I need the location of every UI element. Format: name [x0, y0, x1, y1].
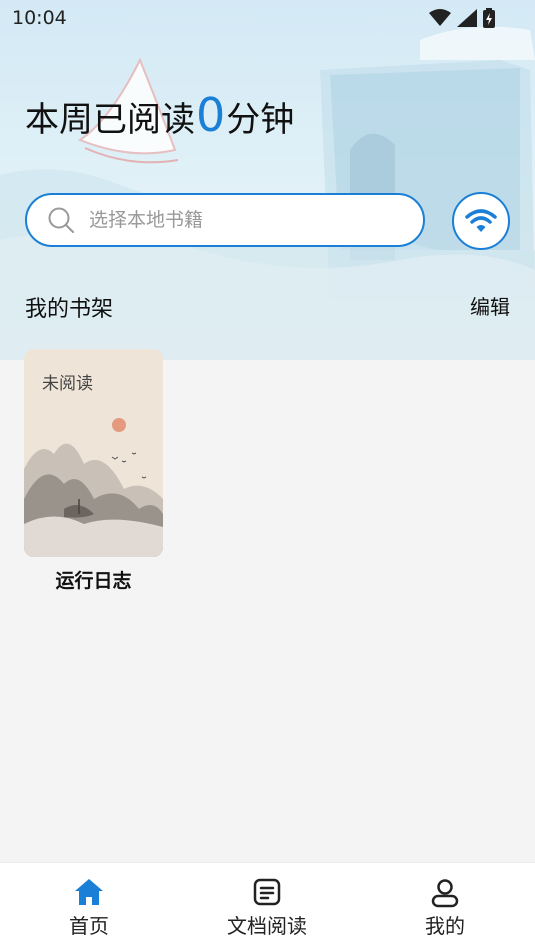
search-icon	[48, 207, 74, 233]
wifi-transfer-button[interactable]	[452, 192, 510, 250]
edit-shelf-button[interactable]: 编辑	[470, 291, 510, 320]
shelf-title: 我的书架	[25, 297, 114, 322]
home-icon	[75, 879, 103, 905]
headline-prefix: 本周已阅读	[25, 100, 195, 140]
book-read-status: 未阅读	[42, 374, 93, 394]
bottom-navigation: 首页 文档阅读 我的	[0, 862, 535, 952]
nav-home-label: 首页	[69, 914, 109, 938]
cell-signal-icon	[457, 9, 477, 27]
headline-suffix: 分钟	[226, 100, 295, 140]
search-input[interactable]	[87, 208, 391, 232]
nav-document-label: 文档阅读	[227, 914, 307, 938]
search-box[interactable]	[25, 193, 425, 247]
book-item[interactable]: 未阅读 运行日志	[24, 349, 163, 593]
wifi-signal-icon	[429, 9, 451, 26]
weekly-reading-headline: 本周已阅读 0 分钟	[25, 88, 294, 144]
reading-minutes: 0	[196, 88, 226, 142]
document-icon	[253, 878, 281, 906]
nav-profile-label: 我的	[425, 914, 465, 938]
battery-charging-icon	[483, 8, 495, 28]
book-title: 运行日志	[55, 570, 132, 592]
nav-home[interactable]: 首页	[9, 863, 169, 952]
nav-document-reading[interactable]: 文档阅读	[187, 863, 347, 952]
status-time: 10:04	[12, 7, 67, 29]
status-bar: 10:04	[0, 0, 535, 36]
wifi-icon	[465, 209, 497, 232]
user-icon	[431, 879, 459, 908]
nav-profile[interactable]: 我的	[365, 863, 525, 952]
book-cover[interactable]: 未阅读	[24, 349, 163, 557]
